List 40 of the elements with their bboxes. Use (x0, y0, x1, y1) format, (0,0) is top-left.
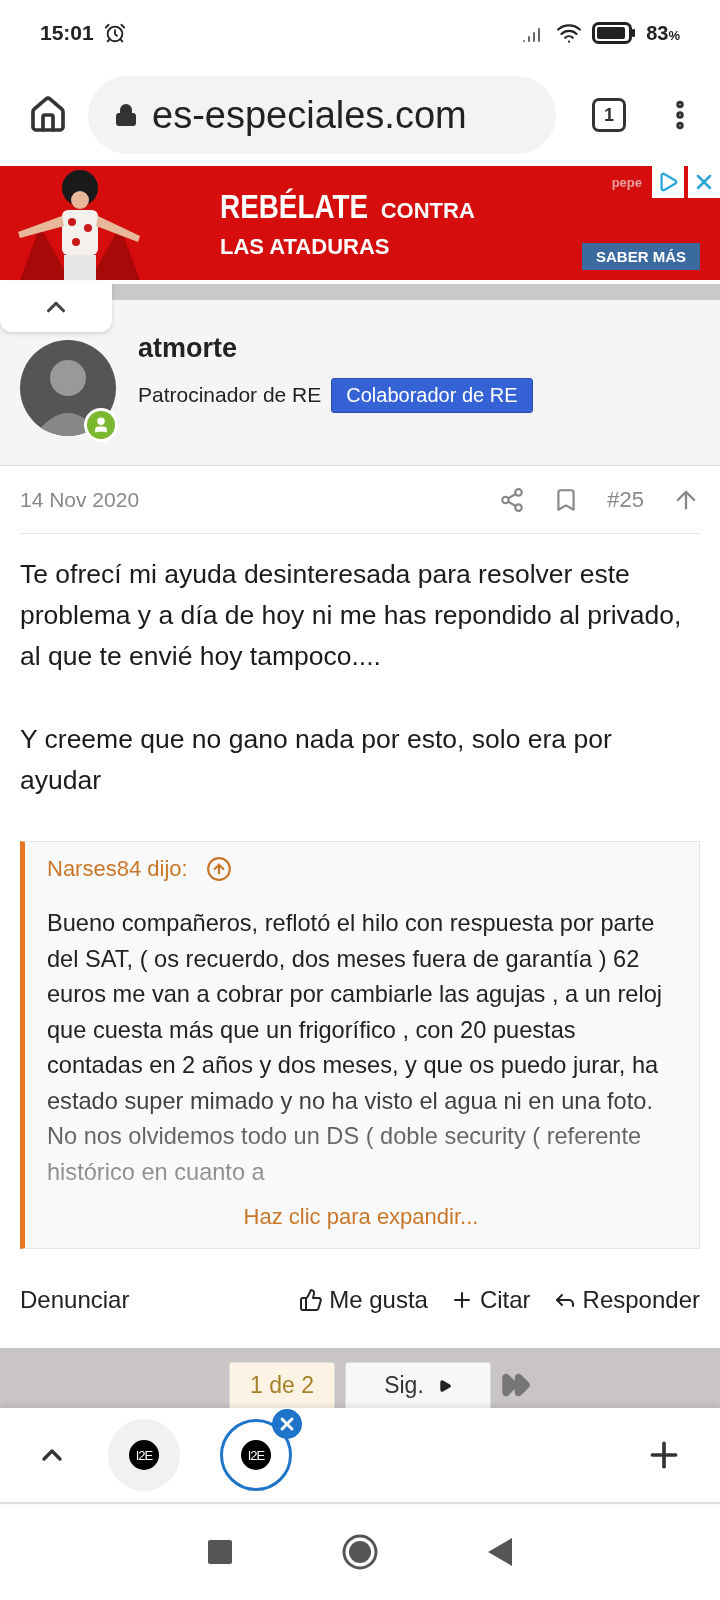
ad-headline-suffix: CONTRA (380, 197, 475, 224)
lock-icon (114, 103, 138, 127)
quote-text: Bueno compañeros, reflotó el hilo con respuesta por parte del SAT, ( os recuerdo, dos meses fuera de garantía ) 62 euros me van a cobrar por cambiarle las agujas , a un reloj que cuesta más que un frigorífico , con 20 puestas contadas en 2 años y dos meses, y que os puedo jurar, ha estado super mimado y no ha visto el agua ni en una foto. No nos olvidemos todo un DS ( doble security ( referente histórico en cuanto a (47, 909, 664, 1187)
post-date: 14 Nov 2020 (20, 487, 140, 512)
quote-link[interactable]: Citar (449, 1286, 531, 1314)
user-badge: Colaborador de RE (331, 377, 533, 413)
user-title: Patrocinador de RE (138, 383, 322, 407)
like-link[interactable]: Me gusta (299, 1286, 428, 1314)
ad-headline: REBÉLATE (220, 186, 369, 226)
close-tab-button[interactable] (272, 1409, 302, 1439)
battery-percent: 83% (646, 21, 680, 44)
browser-tab[interactable]: I2E (108, 1419, 180, 1491)
thumbs-up-icon (299, 1288, 324, 1312)
ad-subline: LAS ATADURAS (220, 233, 391, 260)
play-icon (657, 171, 679, 193)
battery-icon (592, 22, 637, 44)
home-nav-button[interactable] (342, 1534, 378, 1570)
share-button[interactable] (499, 486, 526, 513)
address-bar[interactable]: es-especiales.com (88, 76, 556, 154)
report-link[interactable]: Denunciar (20, 1286, 130, 1314)
alarm-icon (103, 22, 126, 44)
post-paragraph: Te ofrecí mi ayuda desinteresada para resolver este problema y a día de hoy ni me has repondido al privado, al que te envié hoy tampoco.... (20, 558, 683, 673)
next-page-button[interactable]: Sig. (344, 1362, 491, 1408)
ad-brand: pepe (611, 174, 642, 190)
caret-right-icon (437, 1378, 452, 1393)
ad-cta-button[interactable]: SABER MÁS (582, 243, 700, 270)
home-button[interactable] (28, 95, 68, 135)
post-paragraph: Y creeme que no gano nada por esto, solo era por ayudar (20, 723, 613, 797)
reply-link[interactable]: Responder (552, 1286, 700, 1314)
ad-close-button[interactable] (688, 166, 720, 198)
jump-to-quote-button[interactable] (205, 856, 232, 882)
status-time: 15:01 (40, 21, 94, 45)
username[interactable]: atmorte (138, 332, 533, 364)
site-logo: I2E (129, 1440, 159, 1470)
back-button[interactable] (488, 1538, 512, 1566)
browser-tab[interactable]: I2E (220, 1419, 292, 1491)
site-logo: I2E (241, 1440, 271, 1470)
ad-info-button[interactable] (652, 166, 684, 198)
tab-switcher-button[interactable]: 1 (592, 98, 626, 132)
post-number[interactable]: #25 (607, 486, 644, 513)
